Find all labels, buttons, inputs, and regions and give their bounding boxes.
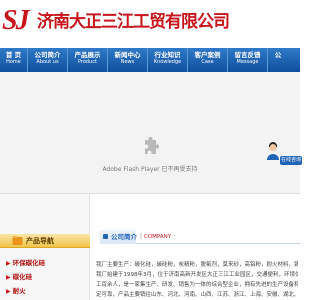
nav-sublabel: About us — [36, 59, 59, 65]
company-name: 济南大正三江工贸有限公司 — [37, 12, 230, 32]
nav-sublabel: News — [120, 59, 135, 65]
nav-sublabel: Message — [236, 59, 259, 65]
missing-plugin-icon — [145, 137, 159, 154]
intro-line: 我厂始建于1998年3月，位于济南高新开发区大正三江工业园区，交通便利，环境优美… — [96, 272, 298, 278]
nav-item-home[interactable]: 首 页 Home — [0, 48, 28, 72]
folder-icon — [12, 236, 23, 245]
intro-line: 定可靠，产品主要销往山东、河北、河南、山西、江苏、浙江、上海、安徽、湖北、湖南、… — [96, 292, 298, 298]
nav-item-partial[interactable]: 公 — [268, 48, 288, 72]
nav-label: 首 页 — [5, 51, 22, 59]
arrow-icon: ▶ — [6, 260, 11, 267]
nav-sublabel: Product — [78, 59, 97, 65]
nav-label: 行业知识 — [154, 51, 181, 59]
arrow-icon: ▶ — [6, 288, 11, 295]
online-consult-button[interactable]: 在线咨询 — [280, 156, 302, 165]
company-intro-header: 公司简介 | COMPANY — [100, 230, 300, 244]
nav-item-case[interactable]: 客户案例 Case — [188, 48, 228, 72]
sidebar-item-label: 环保碳化硅 — [12, 259, 46, 267]
section-subtitle: COMPANY — [144, 234, 172, 240]
sidebar-item-label: 耐火 — [12, 287, 26, 295]
sidebar-item-label: 碳化硅 — [12, 273, 33, 281]
product-sidebar: 产品导航 ▶ 环保碳化硅 ▶ 碳化硅 ▶ 耐火 — [0, 194, 90, 300]
square-bullet-icon — [103, 234, 108, 239]
site-header: SJ 济南大正三江工贸有限公司 — [0, 0, 300, 44]
product-nav-title: 产品导航 — [26, 237, 54, 245]
section-title[interactable]: 公司简介 — [111, 231, 137, 243]
company-logo[interactable]: SJ — [2, 6, 30, 36]
nav-label: 公 — [274, 51, 282, 59]
nav-label: 新闻中心 — [114, 51, 141, 59]
nav-item-product[interactable]: 产品展示 Product — [68, 48, 108, 72]
nav-label: 留言反馈 — [234, 51, 261, 59]
product-nav-header: 产品导航 — [0, 234, 90, 248]
nav-label: 公司简介 — [34, 51, 61, 59]
nav-label: 客户案例 — [194, 51, 221, 59]
nav-item-news[interactable]: 新闻中心 News — [108, 48, 148, 72]
arrow-icon: ▶ — [6, 274, 11, 281]
nav-item-message[interactable]: 留言反馈 Message — [228, 48, 268, 72]
sidebar-item-eco-silicon-carbide[interactable]: ▶ 环保碳化硅 — [6, 256, 86, 270]
nav-sublabel: Case — [201, 59, 214, 65]
flash-banner — [0, 72, 300, 194]
sidebar-item-silicon-carbide[interactable]: ▶ 碳化硅 — [6, 270, 86, 284]
intro-line: 工百余人，是一家集生产、研发、销售为一体的综合型企业，拥有先进的生产设备和完善的… — [96, 282, 298, 288]
nav-sublabel: Home — [6, 59, 21, 65]
sidebar-item-refractory[interactable]: ▶ 耐火 — [6, 284, 86, 298]
nav-sublabel: Knowledge — [153, 59, 182, 65]
intro-line: 我厂主要生产：碳化硅，碳硅粉，炭精粉，脱氧剂，莫来砂，高铝粉，耐火材料，铸造辅料… — [96, 262, 298, 268]
online-service-widget[interactable]: 在线咨询 — [255, 142, 302, 168]
company-intro-text: 我厂主要生产：碳化硅，碳硅粉，炭精粉，脱氧剂，莫来砂，高铝粉，耐火材料，铸造辅料… — [96, 260, 298, 300]
main-nav: 首 页 Home 公司简介 About us 产品展示 Product 新闻中心… — [0, 48, 300, 72]
nav-item-about[interactable]: 公司简介 About us — [28, 48, 68, 72]
nav-label: 产品展示 — [74, 51, 101, 59]
title-separator: | — [140, 233, 143, 240]
nav-item-knowledge[interactable]: 行业知识 Knowledge — [148, 48, 188, 72]
customer-service-avatar-icon — [267, 142, 279, 160]
main-content: 公司简介 | COMPANY 我厂主要生产：碳化硅，碳硅粉，炭精粉，脱氧剂，莫来… — [90, 194, 300, 300]
